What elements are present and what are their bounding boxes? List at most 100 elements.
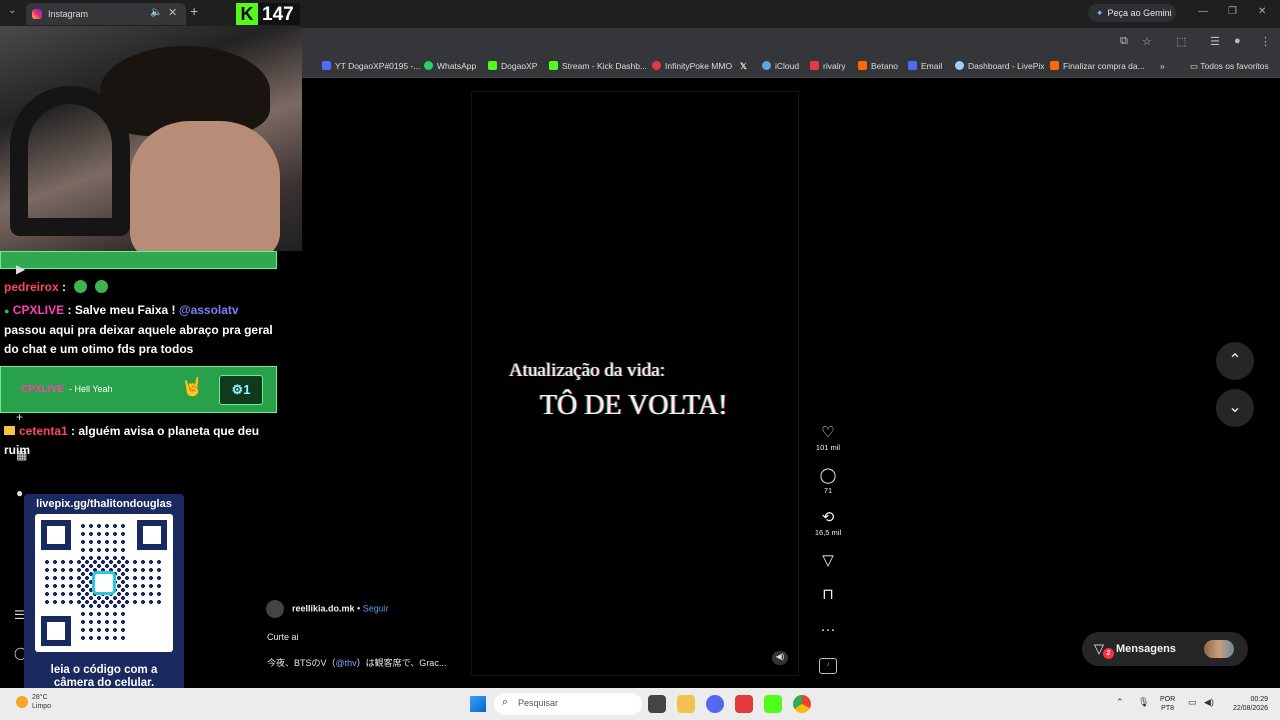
viewer-count: 147	[262, 4, 294, 25]
menu-kebab-icon[interactable]: ⋮	[1260, 35, 1271, 48]
weather-widget[interactable]: 28°C Limpo	[16, 693, 51, 711]
volume-icon[interactable]: ◀)	[772, 651, 788, 665]
bookmark-label: Betano	[871, 61, 898, 71]
audio-thumbnail[interactable]: ♪	[819, 658, 837, 674]
bookmark-item-x[interactable]: 𝕏	[740, 61, 747, 72]
bookmark-item[interactable]: Betano	[858, 61, 898, 71]
like-action[interactable]: ♡ 101 mil	[808, 425, 848, 453]
chat-highlight-card: CPXLIVE - Hell Yeah 🤘 ⚙1	[0, 366, 277, 413]
highlight-username: CPXLIVE	[21, 384, 64, 395]
share-action[interactable]: ▽	[808, 553, 848, 569]
webcam-person-face	[130, 121, 280, 251]
next-reel-button[interactable]: ⌄	[1216, 389, 1254, 427]
network-icon[interactable]: ▭	[1188, 697, 1197, 708]
user-avatar-icon[interactable]: ●	[16, 486, 23, 500]
tab-title: Instagram	[48, 9, 89, 19]
qr-finder	[137, 520, 167, 550]
repost-action[interactable]: ⟲ 16,5 mil	[808, 509, 848, 538]
bookmark-item[interactable]: YT DogaoXP#0195 -...	[322, 61, 420, 71]
reel-video[interactable]	[471, 91, 799, 676]
restore-icon[interactable]: ❐	[1228, 6, 1237, 17]
kick-count-badge: ⚙1	[219, 375, 263, 405]
bookmark-item[interactable]: iCloud	[762, 61, 799, 71]
more-bookmarks-chevron-icon[interactable]: »	[1160, 61, 1165, 71]
tray-chevron-icon[interactable]: ⌃	[1116, 697, 1124, 708]
kick-icon	[488, 61, 497, 70]
bookmark-label: Stream - Kick Dashb...	[562, 61, 648, 71]
volume-tray-icon[interactable]: ◀)	[1204, 697, 1214, 708]
livepix-icon	[955, 61, 964, 70]
app-red-icon[interactable]	[735, 695, 753, 713]
weather-temp: 28°C	[32, 694, 48, 701]
more-dots-icon: ···	[820, 621, 836, 638]
reel-text-line1: Atualização da vida:	[509, 360, 666, 381]
author-avatar[interactable]	[266, 600, 284, 618]
highlight-message: - Hell Yeah	[69, 384, 113, 394]
youtube-icon[interactable]: ▶	[16, 262, 25, 276]
reel-text-line2: TÔ DE VOLTA!	[540, 390, 728, 421]
bookmark-item[interactable]: Finalizar compra da...	[1050, 61, 1145, 71]
chrome-icon[interactable]	[793, 695, 811, 713]
task-view-icon[interactable]	[648, 695, 666, 713]
more-options[interactable]: ···	[808, 622, 848, 638]
extensions-icon[interactable]: ⬚	[1176, 35, 1186, 48]
tab-instagram[interactable]: Instagram 🔈 ✕	[26, 3, 186, 25]
rivalry-icon	[810, 61, 819, 70]
bookmark-item[interactable]: rivalry	[810, 61, 846, 71]
bookmark-item[interactable]: Stream - Kick Dashb...	[549, 61, 647, 71]
comment-count: 71	[823, 486, 833, 495]
all-bookmarks[interactable]: ▭ Todos os favoritos	[1190, 61, 1269, 72]
language-indicator[interactable]: POR PT8	[1160, 695, 1175, 713]
messages-avatars	[1204, 640, 1234, 658]
windows-start-icon[interactable]	[470, 696, 486, 712]
reel-caption: Curte ai	[267, 632, 299, 642]
repost-count: 16,5 mil	[814, 528, 842, 537]
profile-avatar-icon[interactable]: ●	[1234, 35, 1241, 47]
pokeball-icon	[652, 61, 661, 70]
repost-icon: ⟲	[821, 509, 835, 526]
emote-icon	[74, 280, 88, 293]
betano-icon	[858, 61, 867, 70]
new-tab-plus-icon[interactable]: +	[190, 3, 198, 19]
folder-icon: ▭	[1190, 61, 1201, 71]
bookmark-label: Finalizar compra da...	[1063, 61, 1145, 71]
messages-button[interactable]: ▽ 2 Mensagens	[1082, 632, 1248, 666]
bookmark-item[interactable]: WhatsApp	[424, 61, 476, 71]
qr-hint: leia o código com a câmera do celular.	[24, 664, 184, 690]
close-tab-icon[interactable]: ✕	[168, 6, 177, 19]
caption-mention[interactable]: @thv	[336, 658, 357, 668]
livepix-logo-icon	[92, 571, 116, 595]
speaker-icon[interactable]: 🔈	[150, 7, 162, 18]
tab-search-chevron-icon[interactable]: ⌄	[8, 5, 16, 16]
window-close-icon[interactable]: ✕	[1258, 6, 1266, 17]
bookmark-item[interactable]: Email	[908, 61, 942, 71]
reel-caption-line2[interactable]: 今夜、BTSのV（@thv）は観客席で、Grac...	[267, 656, 446, 669]
comment-icon: ◯	[819, 467, 837, 484]
bookmark-star-icon[interactable]: ☆	[1142, 35, 1152, 48]
messages-badge: 2	[1103, 648, 1114, 659]
kick-app-icon[interactable]	[764, 695, 782, 713]
ask-gemini-button[interactable]: ✦ Peça ao Gemini	[1088, 4, 1176, 22]
discord-icon[interactable]	[706, 695, 724, 713]
minimize-icon[interactable]: —	[1198, 6, 1208, 17]
chat-message: pedreirox :	[4, 278, 109, 297]
clock[interactable]: 00:29 22/08/2026	[1224, 695, 1268, 713]
previous-reel-button[interactable]: ⌃	[1216, 342, 1254, 380]
follow-button[interactable]: Seguir	[363, 603, 389, 613]
microphone-icon[interactable]: 🎙	[1138, 697, 1149, 708]
bookmark-favicon-icon	[322, 61, 331, 70]
all-bookmarks-label: Todos os favoritos	[1200, 61, 1269, 71]
author-name[interactable]: reellikia.do.mk	[292, 603, 355, 613]
bookmark-item[interactable]: DogaoXP	[488, 61, 537, 71]
reading-list-icon[interactable]: ☰	[1210, 35, 1220, 48]
calendar-icon[interactable]: ▦	[16, 448, 27, 462]
comment-action[interactable]: ◯ 71	[808, 467, 848, 496]
bookmark-label: DogaoXP	[501, 61, 538, 71]
save-action[interactable]: ⊓	[808, 587, 848, 603]
cast-icon[interactable]: ⧉	[1120, 35, 1128, 48]
taskbar-search[interactable]: ⌕ Pesquisar	[494, 693, 642, 715]
bookmark-item[interactable]: InfinityPoke MMO	[652, 61, 732, 71]
bookmark-item[interactable]: Dashboard - LivePix	[955, 61, 1045, 71]
file-explorer-icon[interactable]	[677, 695, 695, 713]
weather-desc: Limpo	[32, 703, 52, 710]
